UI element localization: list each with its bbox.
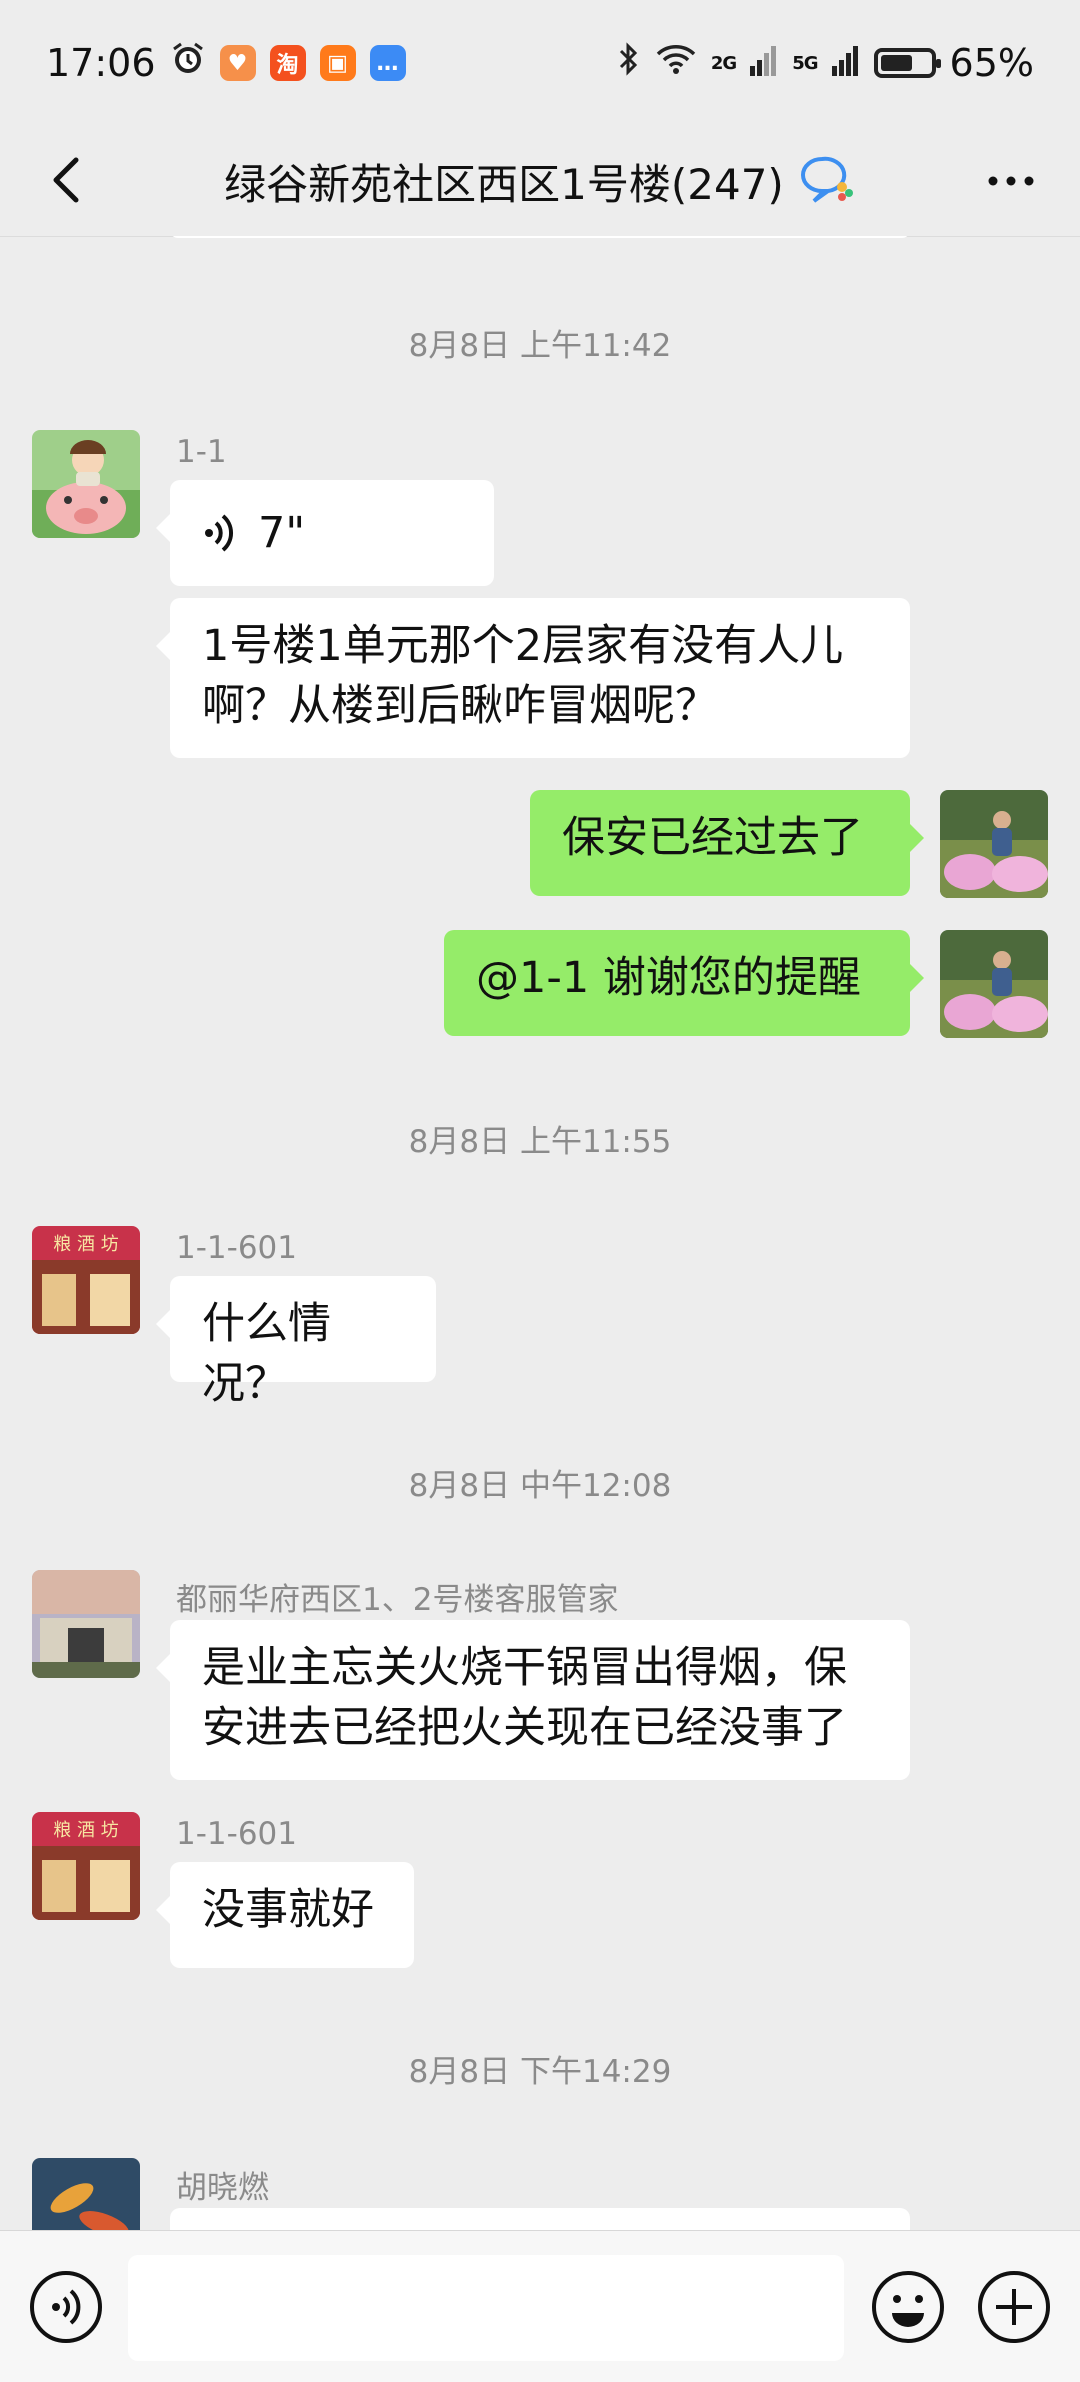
emoji-button[interactable] <box>870 2269 946 2345</box>
chat-title: 绿谷新苑社区西区1号楼(247) <box>224 159 784 209</box>
signal-icon <box>831 41 860 85</box>
alarm-icon <box>170 41 206 86</box>
shop-sign-text: 粮 酒 坊 <box>53 1820 118 1841</box>
nav-bar: 绿谷新苑社区西区1号楼(247) <box>0 126 1080 237</box>
battery-icon <box>873 48 941 78</box>
text-message-bubble[interactable]: 没事就好 <box>156 1862 414 1968</box>
wine-shop-avatar[interactable]: 粮 酒 坊 <box>32 1226 140 1334</box>
sender-name: 胡晓燃 <box>176 2170 269 2206</box>
sender-name: 1-1 <box>176 434 227 470</box>
message-text: 什么情况？ <box>202 1299 331 1409</box>
text-message-bubble[interactable]: 是业主忘关火烧干锅冒出得烟，保 安进去已经把火关现在已经没事了 <box>156 1620 910 1780</box>
signal-2g-label: 2G <box>710 52 737 74</box>
back-arrow-icon <box>53 157 79 203</box>
my-avatar[interactable] <box>940 930 1048 1038</box>
bag-icon: ▣ <box>319 45 356 81</box>
group-chat-icon[interactable] <box>798 153 856 209</box>
chat-title-wrap: 绿谷新苑社区西区1号楼(247) <box>224 151 856 212</box>
timestamp: 8月8日 下午14:29 <box>408 2054 672 2090</box>
emoji-icon <box>872 2271 944 2343</box>
battery-fill <box>880 55 912 71</box>
status-left: 17:06 ♥ 淘 ▣ … <box>46 41 406 86</box>
shop-sign-text: 粮 酒 坊 <box>53 1234 118 1255</box>
status-bar: 17:06 ♥ 淘 ▣ … 2G 5G 65% <box>0 0 1080 126</box>
signal-5g-label: 5G <box>792 52 818 74</box>
pig-girl-avatar[interactable] <box>32 430 140 538</box>
more-options-button[interactable] <box>976 156 1046 206</box>
message-icon: … <box>369 45 406 81</box>
signal-icon <box>750 41 778 85</box>
message-text: 没事就好 <box>202 1885 374 1935</box>
more-functions-button[interactable] <box>976 2269 1052 2345</box>
text-message-bubble[interactable] <box>170 2208 910 2230</box>
back-button[interactable] <box>38 150 98 210</box>
taobao-icon: 淘 <box>269 45 306 81</box>
message-text-line: 安进去已经把火关现在已经没事了 <box>202 1703 847 1753</box>
outgoing-message-bubble[interactable]: @1-1 谢谢您的提醒 <box>444 930 924 1036</box>
voice-input-button[interactable] <box>28 2269 104 2345</box>
timestamp: 8月8日 中午12:08 <box>408 1468 672 1504</box>
timestamp: 8月8日 上午11:42 <box>408 328 672 364</box>
voice-icon <box>30 2271 102 2343</box>
previous-message-bubble <box>170 236 910 238</box>
bluetooth-icon <box>617 41 641 86</box>
timestamp: 8月8日 上午11:55 <box>408 1124 672 1160</box>
message-list[interactable]: 8月8日 上午11:42 1-1 7" 1号楼1单元那个2层家有没有人儿 啊？从… <box>0 236 1080 2230</box>
text-message-bubble[interactable]: 1号楼1单元那个2层家有没有人儿 啊？从楼到后瞅咋冒烟呢？ <box>156 598 910 758</box>
voice-duration: 7" <box>258 508 306 558</box>
message-input[interactable] <box>128 2255 844 2361</box>
battery-percent: 65% <box>949 41 1034 85</box>
message-text: @1-1 谢谢您的提醒 <box>476 953 861 1003</box>
message-text-line: 啊？从楼到后瞅咋冒烟呢？ <box>202 681 718 731</box>
more-dots-icon <box>988 176 1034 186</box>
sender-name: 1-1-601 <box>176 1230 297 1266</box>
wine-shop-avatar[interactable]: 粮 酒 坊 <box>32 1812 140 1920</box>
sender-name: 都丽华府西区1、2号楼客服管家 <box>176 1582 619 1618</box>
text-message-bubble[interactable]: 什么情况？ <box>156 1276 436 1409</box>
my-avatar[interactable] <box>940 790 1048 898</box>
chat-screen: 17:06 ♥ 淘 ▣ … 2G 5G 65% 绿谷新苑社区西区1号楼(247)… <box>0 0 1080 2382</box>
voice-message-bubble[interactable]: 7" <box>156 480 494 586</box>
shopping-heart-icon: ♥ <box>219 45 256 81</box>
building-avatar[interactable] <box>32 1570 140 1678</box>
sender-name: 1-1-601 <box>176 1816 297 1852</box>
wifi-icon <box>655 41 697 85</box>
input-bar <box>0 2230 1080 2382</box>
status-right: 2G 5G 65% <box>617 41 1034 86</box>
status-time: 17:06 <box>46 41 156 85</box>
message-text-line: 是业主忘关火烧干锅冒出得烟，保 <box>202 1643 847 1693</box>
outgoing-message-bubble[interactable]: 保安已经过去了 <box>530 790 924 896</box>
message-text-line: 1号楼1单元那个2层家有没有人儿 <box>202 621 844 671</box>
voice-wave-icon <box>205 514 234 552</box>
plus-icon <box>978 2271 1050 2343</box>
message-text: 保安已经过去了 <box>562 813 863 863</box>
koi-fish-avatar[interactable] <box>32 2158 140 2230</box>
